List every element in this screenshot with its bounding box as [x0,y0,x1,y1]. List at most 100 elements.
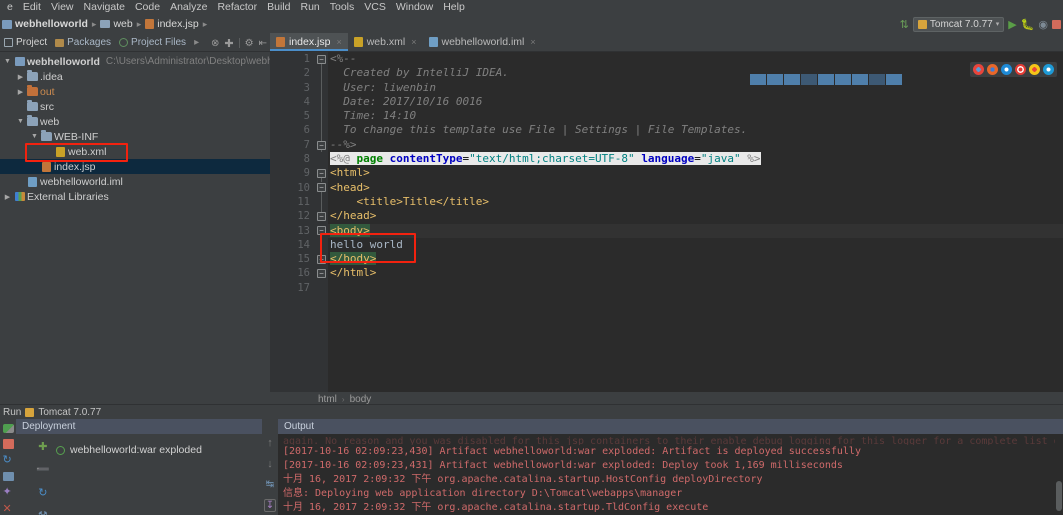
editor-tab-web-xml[interactable]: web.xml × [348,33,423,51]
fold-minus-icon[interactable]: − [317,183,326,192]
run-with-coverage-button[interactable]: ◉ [1038,18,1048,31]
run-config-tab-label[interactable]: Tomcat 7.0.77 [38,407,101,418]
breadcrumb-item-project[interactable]: webhelloworld [15,18,88,30]
output-side-toolbar: ↑ ↓ ↹ ↧ 🖨 [262,419,278,515]
undeploy-artifact-icon[interactable]: ➖ [36,463,50,476]
menu-item-build[interactable]: Build [262,0,295,14]
fold-minus-icon[interactable]: − [317,169,326,178]
editor-code-area[interactable]: <%-- Created by IntelliJ IDEA. User: liw… [328,52,1063,392]
stop-icon[interactable] [2,439,14,449]
yandex-icon[interactable] [1029,64,1040,75]
editor-tab-iml[interactable]: webhelloworld.iml × [423,33,542,51]
collapse-all-icon[interactable]: ⊗ [211,38,219,49]
tab-packages[interactable]: Packages [51,34,115,52]
rerun-icon[interactable] [2,424,14,434]
safari-icon[interactable] [1001,64,1012,75]
output-scrollbar-thumb[interactable] [1056,481,1062,511]
menu-item-edit[interactable]: Edit [18,0,46,14]
scroll-down-icon[interactable]: ↓ [267,458,273,470]
scroll-to-end-icon[interactable]: ↧ [263,499,277,512]
thread-dump-icon[interactable]: ✦ [3,486,14,498]
firefox-icon[interactable] [987,64,998,75]
menu-item-vcs[interactable]: VCS [359,0,391,14]
deployment-pane-body[interactable]: ✚ ➖ ↻ ⚒ webhelloworld:war exploded [16,434,270,515]
run-toolwindow-tab[interactable]: Run Tomcat 7.0.77 [0,404,1063,419]
menu-item-window[interactable]: Window [391,0,438,14]
tree-row-web-xml[interactable]: web.xml [0,144,270,159]
update-running-app-icon[interactable]: ⇅ [900,18,909,31]
fold-minus-icon[interactable]: − [317,141,326,150]
editor-gutter[interactable]: 1 2 3 4 5 6 7 8 9 10 11 12 13 14 15 16 1… [270,52,316,392]
chevron-right-icon[interactable]: ▶ [15,88,26,96]
fold-minus-icon[interactable]: − [317,226,326,235]
editor-tab-index-jsp[interactable]: index.jsp × [270,33,348,51]
deploy-artifact-icon[interactable]: ✚ [38,440,47,453]
run-configuration-selector[interactable]: Tomcat 7.0.77 ▾ [912,16,1005,32]
tree-row-web-inf[interactable]: ▼ WEB-INF [0,129,270,144]
restart-icon[interactable]: ↻ [3,454,14,466]
show-deployed-icon[interactable] [2,471,14,481]
tab-project[interactable]: Project [0,34,51,52]
jsp-attr-contenttype-value: "text/html;charset=UTF-8" [469,152,635,166]
deployment-artifact-row[interactable]: webhelloworld:war exploded [56,444,202,456]
tree-row-iml[interactable]: webhelloworld.iml [0,174,270,189]
tree-row-web[interactable]: ▼ web [0,114,270,129]
code-editor[interactable]: 1 2 3 4 5 6 7 8 9 10 11 12 13 14 15 16 1… [270,52,1063,392]
close-icon[interactable]: ✕ [3,503,14,515]
chevron-down-icon[interactable]: ▼ [2,58,13,65]
debug-button[interactable]: 🐛 [1021,18,1035,31]
tabs-overflow-icon[interactable]: ▸ [190,34,203,52]
menu-item-run[interactable]: Run [295,0,324,14]
gear-icon[interactable]: ⚙ [245,38,254,49]
chrome-icon[interactable] [973,64,984,75]
close-icon[interactable]: × [411,37,416,47]
close-icon[interactable]: × [336,37,341,47]
tab-project-files[interactable]: Project Files [115,34,190,52]
breadcrumb: webhelloworld ▸ web ▸ index.jsp ▸ [2,18,211,30]
tree-row-external-libraries[interactable]: ▶ External Libraries [0,189,270,204]
fold-minus-icon[interactable]: − [317,269,326,278]
edit-artifact-icon[interactable]: ⚒ [38,509,48,515]
tree-row-src[interactable]: src [0,99,270,114]
menu-item-analyze[interactable]: Analyze [165,0,212,14]
tree-row-index-jsp[interactable]: index.jsp [0,159,270,174]
chevron-right-icon[interactable]: ▶ [15,73,26,81]
menu-item-refactor[interactable]: Refactor [212,0,262,14]
menu-item-code[interactable]: Code [130,0,165,14]
hide-toolwindow-icon[interactable]: ⇤ [259,38,267,49]
fold-minus-icon[interactable]: − [317,212,326,221]
breadcrumb-item-web[interactable]: web [113,18,132,30]
run-button[interactable]: ▶ [1008,18,1016,31]
tree-row-webhelloworld[interactable]: ▼ webhelloworld C:\Users\Administrator\D… [0,54,270,69]
chevron-down-icon[interactable]: ▼ [29,133,40,140]
scroll-up-icon[interactable]: ↑ [267,437,273,449]
fold-minus-icon[interactable]: − [317,255,326,264]
redeploy-icon[interactable]: ↻ [38,486,47,499]
editor-fold-column[interactable]: − − − − − − − − [316,52,328,392]
run-toolwindow-label: Run [3,406,22,418]
edge-icon[interactable] [1043,64,1054,75]
expand-all-icon[interactable]: ✚ [224,37,233,50]
project-tree[interactable]: ▼ webhelloworld C:\Users\Administrator\D… [0,52,270,404]
close-icon[interactable]: × [530,37,535,47]
output-log[interactable]: again. No reason and you was disabled fo… [278,434,1063,515]
opera-icon[interactable] [1015,64,1026,75]
navigation-bar: webhelloworld ▸ web ▸ index.jsp ▸ ⇅ Tomc… [0,14,1063,34]
tree-row-idea[interactable]: ▶ .idea [0,69,270,84]
open-in-browser-bar[interactable] [970,62,1057,77]
soft-wrap-icon[interactable]: ↹ [266,479,274,490]
tree-label-iml: webhelloworld.iml [40,175,123,188]
tree-row-out[interactable]: ▶ out [0,84,270,99]
menu-item-help[interactable]: Help [438,0,470,14]
menu-item-navigate[interactable]: Navigate [79,0,130,14]
menu-item-file[interactable]: e [2,0,18,14]
chevron-right-icon[interactable]: ▶ [2,193,13,201]
chevron-down-icon[interactable]: ▼ [15,118,26,125]
breadcrumb-item-file[interactable]: index.jsp [157,18,198,30]
tomcat-icon [917,19,927,29]
menu-item-tools[interactable]: Tools [325,0,360,14]
stop-button[interactable] [1052,19,1061,29]
fold-minus-icon[interactable]: − [317,55,326,64]
output-scrollbar[interactable] [1055,434,1063,515]
menu-item-view[interactable]: View [46,0,79,14]
